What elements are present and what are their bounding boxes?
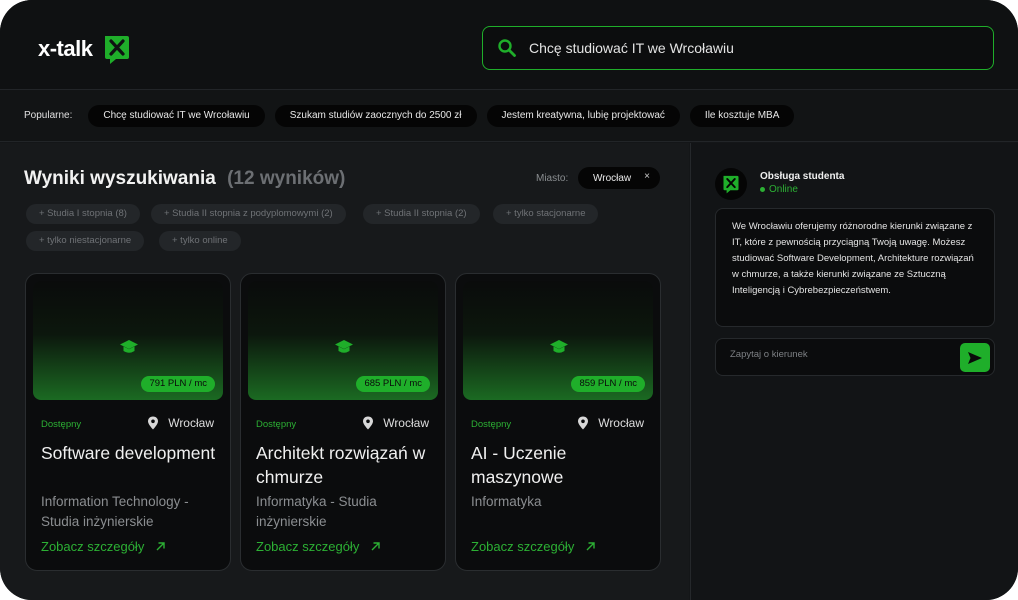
chat-input-box[interactable] — [715, 338, 995, 376]
filter-chip[interactable]: + Studia II stopnia z podyplomowymi (2) — [151, 204, 346, 224]
popular-bar: Popularne: Chcę studiować IT we Wrcołаwi… — [0, 90, 1018, 142]
popular-query-pill[interactable]: Jestem kreatywna, lubię projektować — [486, 104, 680, 127]
location-city: Wrocław — [168, 416, 214, 430]
chat-message: We Wrocławiu oferujemy różnorodne kierun… — [715, 208, 995, 327]
course-image: 685 PLN / mc — [248, 281, 438, 400]
course-image: 791 PLN / mc — [33, 281, 223, 400]
arrow-up-right-icon — [586, 542, 596, 551]
availability-status: Dostępny — [471, 419, 512, 430]
course-title: Architekt rozwiązań w chmurze — [256, 443, 426, 487]
course-subtitle: Information Technology - Studia inżynier… — [41, 494, 189, 529]
location-pin-icon — [363, 416, 374, 430]
details-link[interactable]: Zobacz szczegóły — [256, 539, 381, 554]
results-title: Wyniki wyszukiwania (12 wyników) — [24, 168, 345, 190]
search-icon — [498, 39, 516, 57]
chat-agent-name: Obsługa studenta — [760, 171, 845, 182]
arrow-up-right-icon — [156, 542, 166, 551]
chat-status: Online — [760, 184, 798, 195]
filter-chip[interactable]: + tylko online — [159, 231, 241, 251]
filter-chip[interactable]: + tylko niestacjonarne — [26, 231, 145, 251]
price-badge: 859 PLN / mc — [571, 376, 645, 392]
availability-status: Dostępny — [256, 419, 297, 430]
popular-query-pill[interactable]: Ile kosztuje MBA — [689, 104, 795, 127]
send-icon — [968, 351, 982, 364]
popular-label: Popularne: — [24, 110, 73, 121]
details-link-label: Zobacz szczegóły — [256, 539, 360, 554]
filter-chip[interactable]: + Studia II stopnia (2) — [363, 204, 480, 224]
search-input[interactable] — [529, 40, 993, 56]
course-card[interactable]: 685 PLN / mc Dostępny Wrocław Architekt … — [240, 273, 446, 571]
arrow-up-right-icon — [371, 542, 381, 551]
course-card[interactable]: 791 PLN / mc Dostępny Wrocław Software d… — [25, 273, 231, 571]
city-filter-chip[interactable]: Wrocław × — [578, 167, 660, 189]
location: Wrocław — [577, 416, 644, 430]
location-pin-icon — [578, 416, 589, 430]
header: x-talk — [0, 0, 1018, 90]
course-image: 859 PLN / mc — [463, 281, 653, 400]
filter-chip[interactable]: + Studia I stopnia (8) — [26, 204, 140, 224]
filter-chip[interactable]: + tylko stacjonarne — [493, 204, 599, 224]
course-subtitle: Informatyka — [471, 494, 542, 509]
course-card[interactable]: 859 PLN / mc Dostępny Wrocław AI - Uczen… — [455, 273, 661, 571]
city-filter-value: Wrocław — [593, 172, 632, 184]
course-title: AI - Uczenie maszynowe — [471, 443, 567, 487]
logo-text: x-talk — [38, 36, 93, 61]
logo[interactable]: x-talk — [38, 32, 132, 66]
results-heading: Wyniki wyszukiwania — [24, 168, 216, 189]
location: Wrocław — [147, 416, 214, 430]
graduation-cap-icon — [335, 340, 353, 353]
graduation-cap-icon — [120, 340, 138, 353]
location-city: Wrocław — [598, 416, 644, 430]
price-badge: 791 PLN / mc — [141, 376, 215, 392]
details-link[interactable]: Zobacz szczegóły — [41, 539, 166, 554]
results-count: (12 wyników) — [227, 168, 346, 189]
avatar — [715, 168, 747, 200]
search-bar[interactable] — [482, 26, 994, 70]
course-title: Software development — [41, 443, 216, 463]
details-link-label: Zobacz szczegóły — [41, 539, 145, 554]
popular-query-pill[interactable]: Chcę studiować IT we Wrcołаwiu — [88, 104, 265, 127]
graduation-cap-icon — [550, 340, 568, 353]
popular-query-pill[interactable]: Szukam studiów zaocznych do 2500 zł — [274, 104, 477, 127]
location: Wrocław — [362, 416, 429, 430]
chat-status-text: Online — [769, 184, 798, 195]
location-pin-icon — [148, 416, 159, 430]
price-badge: 685 PLN / mc — [356, 376, 430, 392]
details-link[interactable]: Zobacz szczegóły — [471, 539, 596, 554]
availability-status: Dostępny — [41, 419, 82, 430]
x-talk-logo-icon — [105, 36, 130, 64]
online-dot-icon — [760, 187, 765, 192]
details-link-label: Zobacz szczegóły — [471, 539, 575, 554]
chat-panel: Obsługa studenta Online We Wrocławiu ofe… — [690, 143, 1018, 600]
chat-input[interactable] — [730, 349, 950, 360]
app-frame: x-talk Popularne: Chcę studiować IT we W… — [0, 0, 1018, 600]
location-city: Wrocław — [383, 416, 429, 430]
course-subtitle: Informatyka - Studia inżynierskie — [256, 494, 377, 529]
x-talk-logo-icon — [723, 175, 739, 194]
close-icon[interactable]: × — [644, 171, 650, 182]
send-button[interactable] — [960, 343, 990, 372]
city-filter-label: Miasto: — [536, 173, 569, 184]
